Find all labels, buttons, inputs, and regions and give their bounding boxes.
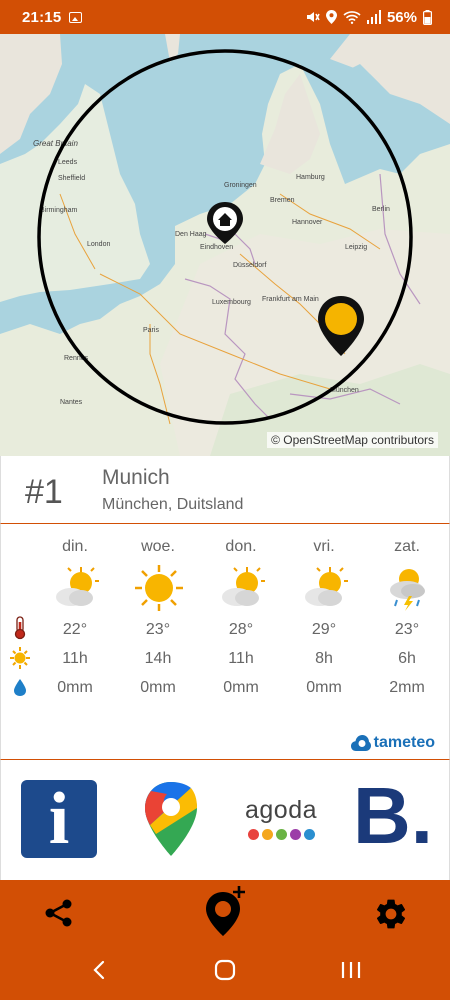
day-sun-hours: 11h (228, 650, 254, 667)
location-city: Munich (102, 466, 170, 489)
day-rain: 2mm (389, 679, 425, 696)
booking-button[interactable]: B. (351, 776, 433, 858)
home-icon[interactable] (214, 959, 236, 981)
mute-icon (306, 12, 320, 22)
rain-drop-icon (14, 679, 26, 696)
map-label-berlin: Berlin (372, 206, 390, 213)
map-label-great-britain: Great Britain (33, 139, 78, 148)
wifi-icon (343, 11, 361, 24)
map-view[interactable]: Great Britain Leeds Sheffield Birmingham… (0, 34, 450, 456)
map-label-dusseldorf: Düsseldorf (233, 262, 267, 269)
share-icon[interactable] (44, 898, 74, 928)
cloud-icon (350, 735, 371, 751)
tameteo-label: tameteo (373, 734, 435, 751)
partly-sunny-icon (56, 567, 99, 606)
sun-hours-icon (10, 647, 30, 669)
day-sun-hours: 14h (144, 650, 172, 667)
map-label-eindhoven: Eindhoven (200, 244, 233, 251)
map-label-birmingham: Birmingham (40, 207, 78, 214)
day-temp: 23° (394, 621, 420, 638)
agoda-label: agoda (244, 796, 318, 824)
map-label-hannover: Hannover (292, 219, 323, 226)
partner-links: i agoda B. (0, 760, 450, 880)
map-label-bremen: Bremen (270, 197, 295, 204)
agoda-button[interactable]: agoda (241, 780, 321, 858)
thermometer-icon (14, 616, 26, 640)
map-label-london: London (87, 241, 110, 248)
day-name: zat. (394, 538, 420, 555)
recents-icon[interactable] (340, 960, 362, 980)
day-sun-hours: 8h (315, 650, 333, 667)
partly-sunny-icon (222, 567, 265, 606)
day-rain: 0mm (140, 679, 176, 696)
location-header[interactable]: #1 Munich München, Duitsland (0, 456, 450, 524)
day-name: vri. (313, 538, 335, 555)
booking-logo: B. (353, 771, 433, 860)
sunny-icon (135, 565, 183, 611)
map-label-paris: Paris (143, 327, 159, 334)
agoda-dots (247, 829, 315, 840)
status-time: 21:15 (22, 8, 62, 26)
map-label-leeds: Leeds (58, 159, 78, 166)
gallery-icon (69, 11, 83, 23)
day-sun-hours: 6h (398, 650, 416, 667)
partly-sunny-icon (305, 567, 348, 606)
day-name: woe. (141, 538, 175, 555)
location-rank: #1 (25, 473, 63, 511)
google-maps-button[interactable] (141, 780, 201, 858)
location-region: München, Duitsland (102, 496, 244, 513)
back-icon[interactable] (92, 960, 106, 980)
battery-percent: 56% (386, 8, 417, 26)
agoda-dot (289, 829, 301, 840)
map-label-sheffield: Sheffield (58, 175, 85, 182)
settings-icon[interactable] (373, 896, 409, 932)
status-icons: 56% (306, 9, 432, 26)
day-temp: 22° (62, 621, 88, 638)
tameteo-logo[interactable]: tameteo (350, 734, 435, 752)
signal-icon (366, 10, 381, 24)
agoda-dot (275, 829, 287, 840)
map-label-leipzig: Leipzig (345, 244, 367, 251)
agoda-dot (303, 829, 315, 840)
agoda-dot (247, 829, 259, 840)
day-rain: 0mm (223, 679, 259, 696)
day-temp: 28° (228, 621, 254, 638)
map-label-frankfurt: Frankfurt am Main (262, 296, 319, 303)
info-button[interactable]: i (21, 780, 97, 858)
day-sun-hours: 11h (62, 650, 88, 667)
battery-icon (423, 9, 432, 25)
thunderstorm-icon (390, 569, 425, 611)
map-label-hamburg: Hamburg (296, 174, 325, 181)
day-temp: 29° (311, 621, 337, 638)
location-icon (325, 10, 337, 24)
day-name: don. (225, 538, 257, 555)
map-label-den-haag: Den Haag (175, 231, 207, 238)
system-nav-bar (0, 946, 450, 996)
day-name: din. (62, 538, 88, 555)
map-label-nantes: Nantes (60, 399, 83, 406)
map-attribution[interactable]: © OpenStreetMap contributors (267, 432, 438, 448)
add-location-icon[interactable] (203, 884, 249, 938)
agoda-dot (261, 829, 273, 840)
day-rain: 0mm (57, 679, 93, 696)
map-label-luxembourg: Luxembourg (212, 299, 251, 306)
map-label-groningen: Groningen (224, 182, 257, 189)
status-bar: 21:15 56% (0, 0, 450, 34)
forecast-panel: din. 22° 11h 0mm woe. 23° 14h 0mm don. 2… (0, 524, 450, 760)
day-temp: 23° (145, 621, 171, 638)
info-icon: i (48, 778, 70, 860)
day-rain: 0mm (306, 679, 342, 696)
